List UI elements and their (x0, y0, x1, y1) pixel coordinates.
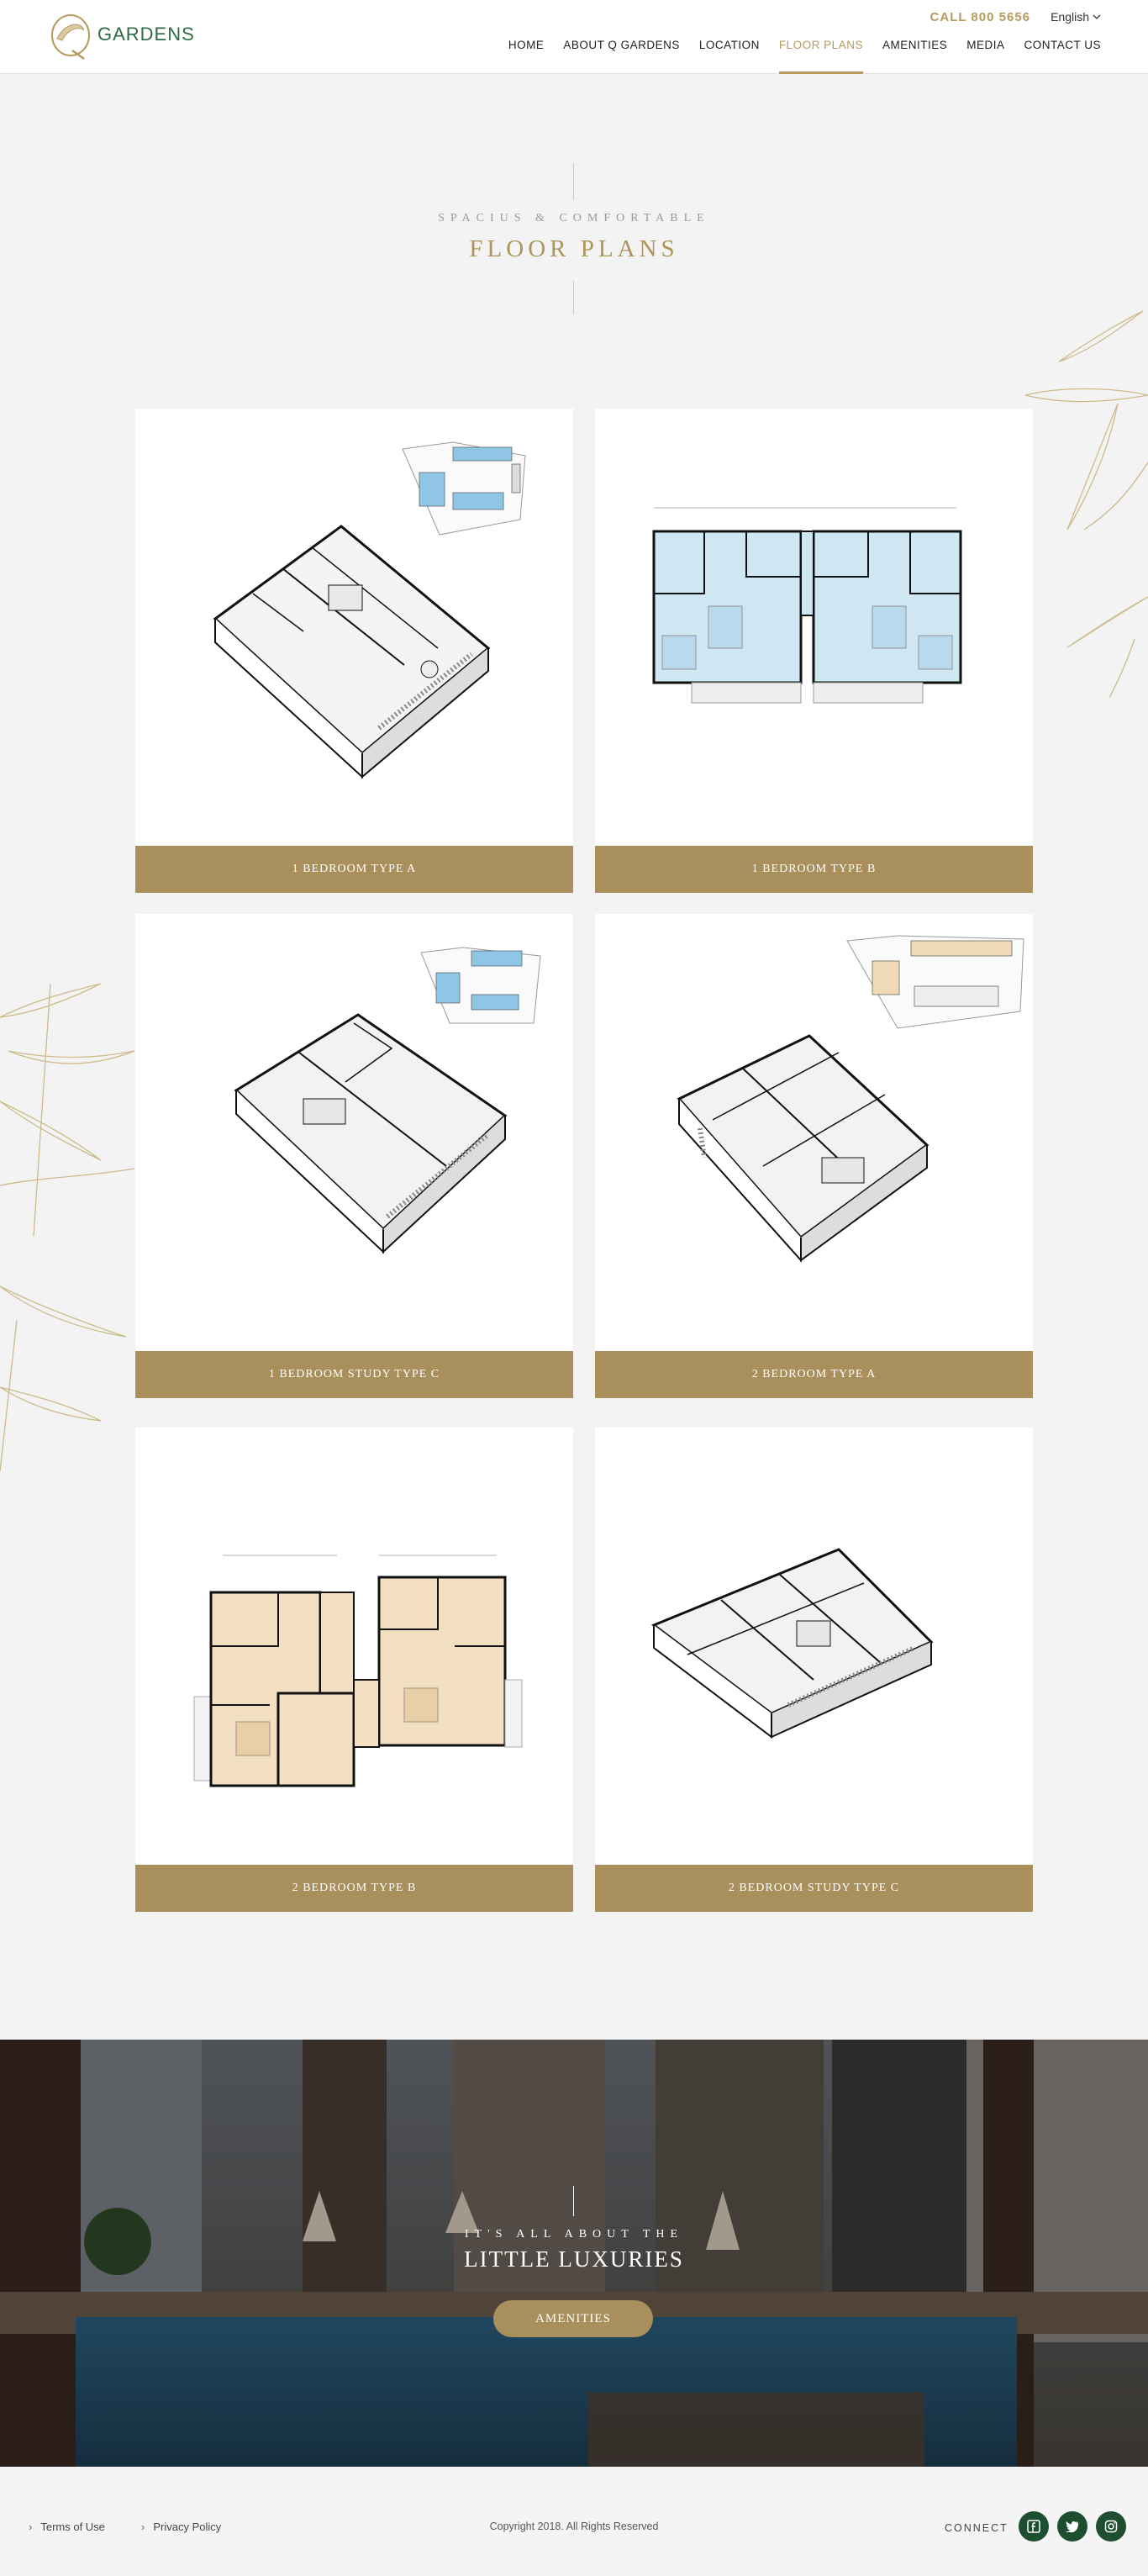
floor-plan-card[interactable]: 1 BEDROOM STUDY TYPE C (135, 914, 573, 1398)
nav-floor-plans[interactable]: FLOOR PLANS (778, 35, 863, 74)
floor-plan-isometric-image (650, 1548, 934, 1739)
call-number-link[interactable]: CALL 800 5656 (930, 10, 1030, 24)
floor-plan-label: 2 BEDROOM TYPE A (595, 1351, 1033, 1398)
section-eyebrow: SPACIUS & COMFORTABLE (438, 212, 710, 224)
banner-divider-line (573, 2186, 574, 2216)
twitter-icon (1066, 2521, 1078, 2532)
floor-plan-card[interactable]: 1 BEDROOM TYPE A (135, 409, 573, 893)
instagram-button[interactable] (1096, 2511, 1126, 2542)
nav-about[interactable]: ABOUT Q GARDENS (563, 35, 680, 74)
floor-plan-isometric-image (234, 947, 541, 1254)
floor-plan-card[interactable]: 1 BEDROOM TYPE B (595, 409, 1033, 893)
divider-line-bottom (573, 281, 574, 314)
floor-plan-card[interactable]: 2 BEDROOM TYPE A (595, 914, 1033, 1398)
floor-plan-label: 1 BEDROOM STUDY TYPE C (135, 1351, 573, 1398)
language-selector[interactable]: English (1051, 10, 1101, 24)
chevron-down-icon (1093, 14, 1101, 19)
divider-line-top (573, 163, 574, 200)
language-label: English (1051, 10, 1089, 24)
nav-home[interactable]: HOME (508, 35, 545, 74)
banner-title: LITTLE LUXURIES (464, 2246, 684, 2272)
logo[interactable]: GARDENS (47, 8, 194, 62)
section-title: FLOOR PLANS (469, 235, 679, 262)
instagram-icon (1104, 2520, 1118, 2533)
amenities-button[interactable]: AMENITIES (493, 2300, 653, 2337)
floor-plan-label: 2 BEDROOM STUDY TYPE C (595, 1865, 1033, 1912)
banner-eyebrow: IT'S ALL ABOUT THE (464, 2228, 684, 2241)
floor-plan-card[interactable]: 2 BEDROOM TYPE B (135, 1428, 573, 1912)
nav-media[interactable]: MEDIA (966, 35, 1004, 74)
nav-contact[interactable]: CONTACT US (1024, 35, 1101, 74)
floor-plan-isometric-image (677, 935, 1024, 1263)
floor-plan-isometric-image (213, 441, 526, 779)
floor-plan-flat-image (652, 507, 962, 704)
nav-amenities[interactable]: AMENITIES (882, 35, 947, 74)
twitter-button[interactable] (1057, 2511, 1087, 2542)
main-nav: HOME ABOUT Q GARDENS LOCATION FLOOR PLAN… (508, 35, 1101, 74)
floor-plan-flat-image (193, 1555, 523, 1787)
site-footer: › Terms of Use › Privacy Policy Copyrigh… (0, 2467, 1148, 2576)
nav-location[interactable]: LOCATION (699, 35, 760, 74)
floor-plan-label: 1 BEDROOM TYPE B (595, 846, 1033, 893)
floor-plan-card[interactable]: 2 BEDROOM STUDY TYPE C (595, 1428, 1033, 1912)
floor-plan-label: 1 BEDROOM TYPE A (135, 846, 573, 893)
q-logo-icon (51, 14, 90, 61)
facebook-button[interactable] (1019, 2511, 1049, 2542)
floor-plan-label: 2 BEDROOM TYPE B (135, 1865, 573, 1912)
facebook-icon (1027, 2520, 1040, 2533)
logo-text: GARDENS (97, 24, 195, 45)
connect-label: CONNECT (945, 2522, 1008, 2534)
bamboo-leaves-decoration-left (0, 983, 135, 1472)
site-header: GARDENS CALL 800 5656 English HOME ABOUT… (0, 0, 1148, 74)
